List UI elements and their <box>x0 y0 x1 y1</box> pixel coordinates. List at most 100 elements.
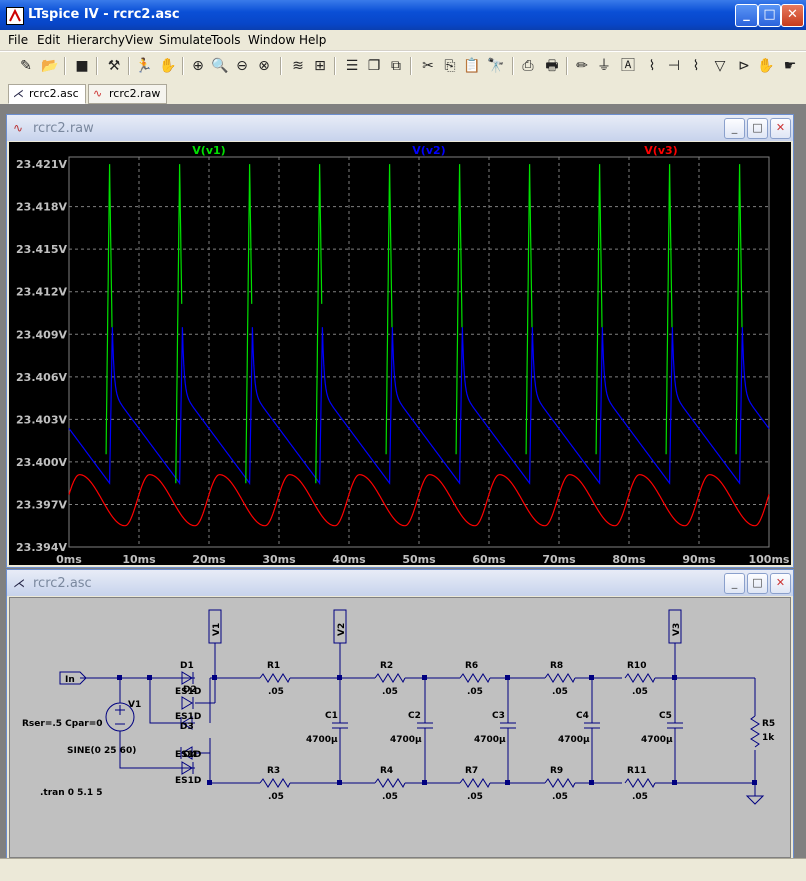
toolbar-separator <box>64 57 66 75</box>
x-tick-label: 0ms <box>56 553 82 565</box>
r4-label: R4 <box>380 766 393 776</box>
find-icon[interactable]: 🔭 <box>486 56 506 76</box>
inductor-icon[interactable]: ⌇ <box>686 56 706 76</box>
diode-d3-label: D3 <box>180 722 194 732</box>
x-tick-label: 100ms <box>749 553 790 565</box>
print-icon[interactable]: 🖶 <box>542 56 562 76</box>
c3-value: 4700µ <box>474 735 506 745</box>
toolbar: ✎ 📂 ■ ⚒ 🏃 ✋ ⊕ 🔍 ⊖ ⊗ ≋ ⊞ ☰ ❐ ⧉ ✂ ⎘ 📋 🔭 ⎙ … <box>0 51 806 83</box>
tab-rcrc2-asc[interactable]: ⋌ rcrc2.asc <box>8 84 86 104</box>
menu-tools[interactable]: Tools <box>211 33 241 47</box>
toolbar-separator <box>566 57 568 75</box>
toolbar-separator <box>512 57 514 75</box>
label-net-icon[interactable]: 🄰 <box>618 56 638 76</box>
source-v1-label: V1 <box>128 700 141 710</box>
menu-file[interactable]: File <box>8 33 28 47</box>
diode-icon[interactable]: ▽ <box>710 56 730 76</box>
r11-label: R11 <box>627 766 646 776</box>
y-tick-label: 23.403V <box>16 413 67 426</box>
print-preview-icon[interactable]: ⎙ <box>518 56 538 76</box>
waveform-window: ∿ rcrc2.raw _ □ ✕ 0ms 10ms 20ms 30ms 40ms 50m… <box>6 114 794 568</box>
plot-area[interactable]: 0ms 10ms 20ms 30ms 40ms 50ms 60ms 70ms 80ms 90ms 1… <box>9 142 791 566</box>
new-schematic-icon[interactable]: ✎ <box>16 56 36 76</box>
r11-value: .05 <box>632 792 648 802</box>
toolbar-separator <box>96 57 98 75</box>
menu-view[interactable]: View <box>125 33 153 47</box>
menu-window[interactable]: Window <box>248 33 295 47</box>
diode-d1-label: D1 <box>180 661 194 671</box>
r5-label: R5 <box>762 719 775 729</box>
move-icon[interactable]: ✋ <box>756 56 776 76</box>
r2-label: R2 <box>380 661 393 671</box>
r10-value: .05 <box>632 687 648 697</box>
halt-icon[interactable]: ✋ <box>158 56 178 76</box>
schematic-window-title-bar: ⋌ rcrc2.asc _ □ ✕ <box>7 570 793 596</box>
x-tick-label: 30ms <box>262 553 296 565</box>
save-icon[interactable]: ■ <box>72 56 92 76</box>
maximize-button[interactable]: □ <box>758 4 781 27</box>
zoom-in-icon[interactable]: ⊕ <box>188 56 208 76</box>
drag-icon[interactable]: ☛ <box>780 56 800 76</box>
status-bar <box>0 858 806 881</box>
x-tick-label: 70ms <box>542 553 576 565</box>
diode-d4-model: ES1D <box>175 776 201 786</box>
control-panel-icon[interactable]: ⚒ <box>104 56 124 76</box>
toolbar-separator <box>182 57 184 75</box>
net-label-v1: V1 <box>212 623 222 636</box>
cut-icon[interactable]: ✂ <box>418 56 438 76</box>
schematic-maximize-button[interactable]: □ <box>747 573 768 594</box>
r2-value: .05 <box>382 687 398 697</box>
tile-horizontal-icon[interactable]: ☰ <box>342 56 362 76</box>
source-sine-label: SINE(0 25 60) <box>67 746 136 756</box>
x-tick-label: 80ms <box>612 553 646 565</box>
copy-icon[interactable]: ⎘ <box>440 56 460 76</box>
menu-simulate[interactable]: Simulate <box>159 33 212 47</box>
legend-vv1: V(v1) <box>192 144 225 157</box>
waveform-minimize-button[interactable]: _ <box>724 118 745 139</box>
schematic-canvas[interactable]: In V1 V2 V3 D1 ES1D D2 ES1D D3 ES1D D4 E… <box>9 597 791 858</box>
waveform-close-button[interactable]: ✕ <box>770 118 791 139</box>
menu-bar: File Edit Hierarchy View Simulate Tools … <box>0 30 806 50</box>
close-window-icon[interactable]: ⧉ <box>386 56 406 76</box>
r9-label: R9 <box>550 766 563 776</box>
net-label-v3: V3 <box>672 623 682 636</box>
diode-d2-model: ES1D <box>175 712 201 722</box>
schematic-window: ⋌ rcrc2.asc _ □ ✕ In V1 V2 V3 D1 ES1D D2… <box>6 569 794 861</box>
capacitor-icon[interactable]: ⊣ <box>664 56 684 76</box>
ground-icon[interactable]: ⏚ <box>594 56 614 76</box>
waveform-icon: ∿ <box>93 87 103 100</box>
minimize-button[interactable]: _ <box>735 4 758 27</box>
grid-icon[interactable]: ⊞ <box>310 56 330 76</box>
cascade-icon[interactable]: ❐ <box>364 56 384 76</box>
r5-value: 1k <box>762 733 775 743</box>
net-label-v2: V2 <box>337 623 347 636</box>
open-icon[interactable]: 📂 <box>40 56 60 76</box>
zoom-fit-icon[interactable]: ⊗ <box>254 56 274 76</box>
schematic-minimize-button[interactable]: _ <box>724 573 745 594</box>
c4-label: C4 <box>576 711 589 721</box>
toolbar-separator <box>128 57 130 75</box>
schematic-close-button[interactable]: ✕ <box>770 573 791 594</box>
toolbar-separator <box>280 57 282 75</box>
waveform-maximize-button[interactable]: □ <box>747 118 768 139</box>
menu-help[interactable]: Help <box>299 33 326 47</box>
waveform-icon: ∿ <box>13 121 24 135</box>
draw-wire-icon[interactable]: ✏ <box>572 56 592 76</box>
menu-edit[interactable]: Edit <box>37 33 60 47</box>
y-tick-label: 23.397V <box>16 498 67 511</box>
zoom-out-icon[interactable]: ⊖ <box>232 56 252 76</box>
pan-icon[interactable]: 🔍 <box>210 56 230 76</box>
component-icon[interactable]: ⊳ <box>734 56 754 76</box>
y-tick-label: 23.412V <box>16 286 67 299</box>
paste-icon[interactable]: 📋 <box>462 56 482 76</box>
autorange-icon[interactable]: ≋ <box>288 56 308 76</box>
run-icon[interactable]: 🏃 <box>134 56 154 76</box>
waveform-window-title-bar: ∿ rcrc2.raw _ □ ✕ <box>7 115 793 141</box>
y-tick-label: 23.400V <box>16 456 67 469</box>
menu-hierarchy[interactable]: Hierarchy <box>67 33 125 47</box>
source-rser-label: Rser=.5 Cpar=0 <box>22 719 103 729</box>
close-button[interactable]: ✕ <box>781 4 804 27</box>
resistor-icon[interactable]: ⌇ <box>642 56 662 76</box>
tab-rcrc2-raw[interactable]: ∿ rcrc2.raw <box>88 84 168 104</box>
x-tick-label: 90ms <box>682 553 716 565</box>
